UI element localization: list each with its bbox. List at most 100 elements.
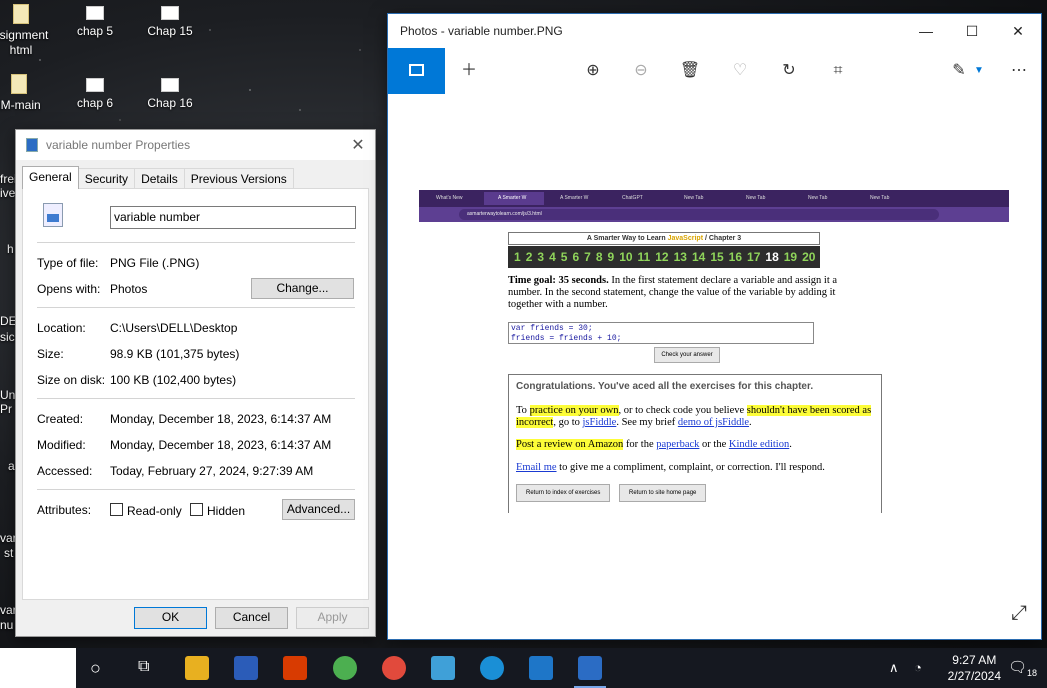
file-icon — [86, 78, 104, 92]
accessed-value: Today, February 27, 2024, 9:27:39 AM — [110, 464, 314, 478]
edit-icon[interactable]: ✎ — [948, 60, 970, 82]
filename-field[interactable]: variable number — [110, 206, 356, 229]
search-icon[interactable]: ○ — [90, 658, 101, 679]
highlight: practice on your own — [529, 405, 619, 416]
favorite-icon[interactable]: ♡ — [729, 60, 751, 82]
desktop-edge-label: ive — [0, 186, 16, 200]
vscode-icon[interactable] — [529, 656, 553, 680]
goal-bold: Time goal: 35 seconds. — [508, 275, 609, 286]
photos-taskbar-icon[interactable] — [574, 656, 606, 688]
see-all-photos-button[interactable] — [388, 48, 445, 94]
review-paragraph: Post a review on Amazon for the paperbac… — [516, 439, 874, 451]
clock-time: 9:27 AM — [952, 653, 997, 667]
advanced-button[interactable]: Advanced... — [282, 499, 355, 520]
rotate-icon[interactable]: ↻ — [778, 60, 800, 82]
location-value: C:\Users\DELL\Desktop — [110, 321, 238, 335]
readonly-checkbox[interactable] — [110, 503, 123, 516]
desktop-icon-label: Chap 15 — [147, 24, 193, 38]
desktop-icon-label: chap 6 — [76, 96, 114, 110]
type-label: Type of file: — [37, 256, 99, 270]
start-area[interactable] — [0, 648, 76, 688]
desktop-edge-label: Un — [0, 388, 16, 402]
crop-icon[interactable]: ⌗ — [827, 60, 849, 82]
notification-count: 18 — [1027, 668, 1038, 678]
attributes-label: Attributes: — [37, 503, 92, 517]
desktop-icon-chap6[interactable]: chap 6 — [58, 78, 132, 111]
zoom-in-icon[interactable]: ⊕ — [582, 60, 604, 82]
desktop-icon-assignment[interactable]: ssignment html — [0, 4, 58, 58]
desktop-icon-chap15[interactable]: Chap 15 — [133, 6, 207, 39]
browser-tab: What's New — [436, 195, 463, 201]
accessed-label: Accessed: — [37, 464, 93, 478]
email-paragraph: Email me to give me a compliment, compla… — [516, 462, 874, 474]
maximize-icon[interactable]: ☐ — [949, 23, 995, 40]
edge-icon[interactable] — [480, 656, 504, 680]
close-icon[interactable]: ✕ — [995, 23, 1041, 40]
tab-details[interactable]: Details — [134, 168, 185, 189]
browser-tab: New Tab — [870, 195, 890, 201]
desktop-icon-label: Chap 16 — [147, 96, 193, 110]
ok-button[interactable]: OK — [134, 607, 207, 629]
browser-tabbar: What's New A Smarter W A Smarter W ChatG… — [419, 190, 1009, 207]
task-view-icon[interactable]: ⧉ — [138, 658, 149, 676]
apply-button[interactable]: Apply — [296, 607, 369, 629]
expand-icon[interactable]: ⤢ — [1011, 602, 1027, 625]
exercise-number: 9 — [607, 250, 615, 264]
divider — [37, 307, 355, 308]
chevron-up-icon[interactable]: ∧ — [889, 660, 899, 676]
check-answer-button: Check your answer — [654, 347, 720, 363]
desktop-icon-label: IM-main — [0, 98, 41, 112]
more-icon[interactable]: ⋯ — [1008, 60, 1030, 82]
photos-window: Photos - variable number.PNG — ☐ ✕ ＋ ⊕ ⊖… — [387, 13, 1042, 640]
close-icon[interactable]: ✕ — [341, 135, 375, 155]
properties-titlebar[interactable]: variable number Properties ✕ — [16, 130, 375, 160]
modified-value: Monday, December 18, 2023, 6:14:37 AM — [110, 438, 332, 452]
link: Kindle edition — [728, 439, 790, 450]
desktop-edge-label: a — [8, 459, 15, 473]
text: To — [516, 405, 530, 416]
notification-icon[interactable]: 🗨18 — [1008, 658, 1037, 678]
tab-security[interactable]: Security — [77, 168, 136, 189]
chapter-header: A Smarter Way to Learn JavaScript / Chap… — [508, 232, 820, 245]
tab-previous-versions[interactable]: Previous Versions — [183, 168, 294, 189]
hidden-checkbox[interactable] — [190, 503, 203, 516]
chrome-icon[interactable] — [333, 656, 357, 680]
header-suffix: / Chapter 3 — [703, 235, 742, 242]
exercise-number: 1 — [514, 250, 521, 264]
code-area: var friends = 30; friends = friends + 10… — [508, 322, 814, 344]
desktop-icon-chap16[interactable]: Chap 16 — [133, 78, 207, 111]
word-icon[interactable] — [234, 656, 258, 680]
created-value: Monday, December 18, 2023, 6:14:37 AM — [110, 412, 332, 426]
desktop-icon-label: ssignment html — [0, 28, 49, 57]
tab-general[interactable]: General — [22, 166, 79, 189]
exercise-number: 10 — [619, 250, 633, 264]
exercise-number: 20 — [802, 250, 816, 264]
add-icon[interactable]: ＋ — [458, 60, 480, 82]
wifi-icon[interactable]: ◔ — [914, 660, 922, 675]
highlight: Post a review on Amazon — [516, 439, 624, 450]
hidden-label: Hidden — [207, 504, 246, 518]
office-icon[interactable] — [283, 656, 307, 680]
delete-icon[interactable]: 🗑 — [679, 60, 701, 82]
zoom-out-icon[interactable]: ⊖ — [630, 60, 652, 82]
photos-titlebar[interactable]: Photos - variable number.PNG — ☐ ✕ — [388, 14, 1041, 48]
cancel-button[interactable]: Cancel — [215, 607, 288, 629]
text: to give me a compliment, complaint, or c… — [556, 462, 825, 473]
chrome-profile-icon[interactable] — [382, 656, 406, 680]
document-icon — [13, 4, 29, 24]
image-file-icon — [26, 138, 38, 152]
return-home-button: Return to site home page — [619, 484, 707, 502]
chevron-down-icon[interactable]: ▼ — [968, 60, 990, 82]
exercise-number: 17 — [747, 250, 761, 264]
desktop-icon-chap5[interactable]: chap 5 — [58, 6, 132, 39]
photo-image: What's New A Smarter W A Smarter W ChatG… — [419, 190, 1009, 513]
file-explorer-icon[interactable] — [185, 656, 209, 680]
size-on-disk-label: Size on disk: — [37, 373, 106, 387]
image-file-icon — [43, 203, 63, 227]
desktop-icon-im-main[interactable]: IM-main — [0, 74, 56, 113]
exercise-number: 11 — [637, 250, 651, 264]
change-button[interactable]: Change... — [251, 278, 354, 299]
minimize-icon[interactable]: — — [903, 23, 949, 39]
control-panel-icon[interactable] — [431, 656, 455, 680]
clock[interactable]: 9:27 AM 2/27/2024 — [948, 652, 1001, 684]
